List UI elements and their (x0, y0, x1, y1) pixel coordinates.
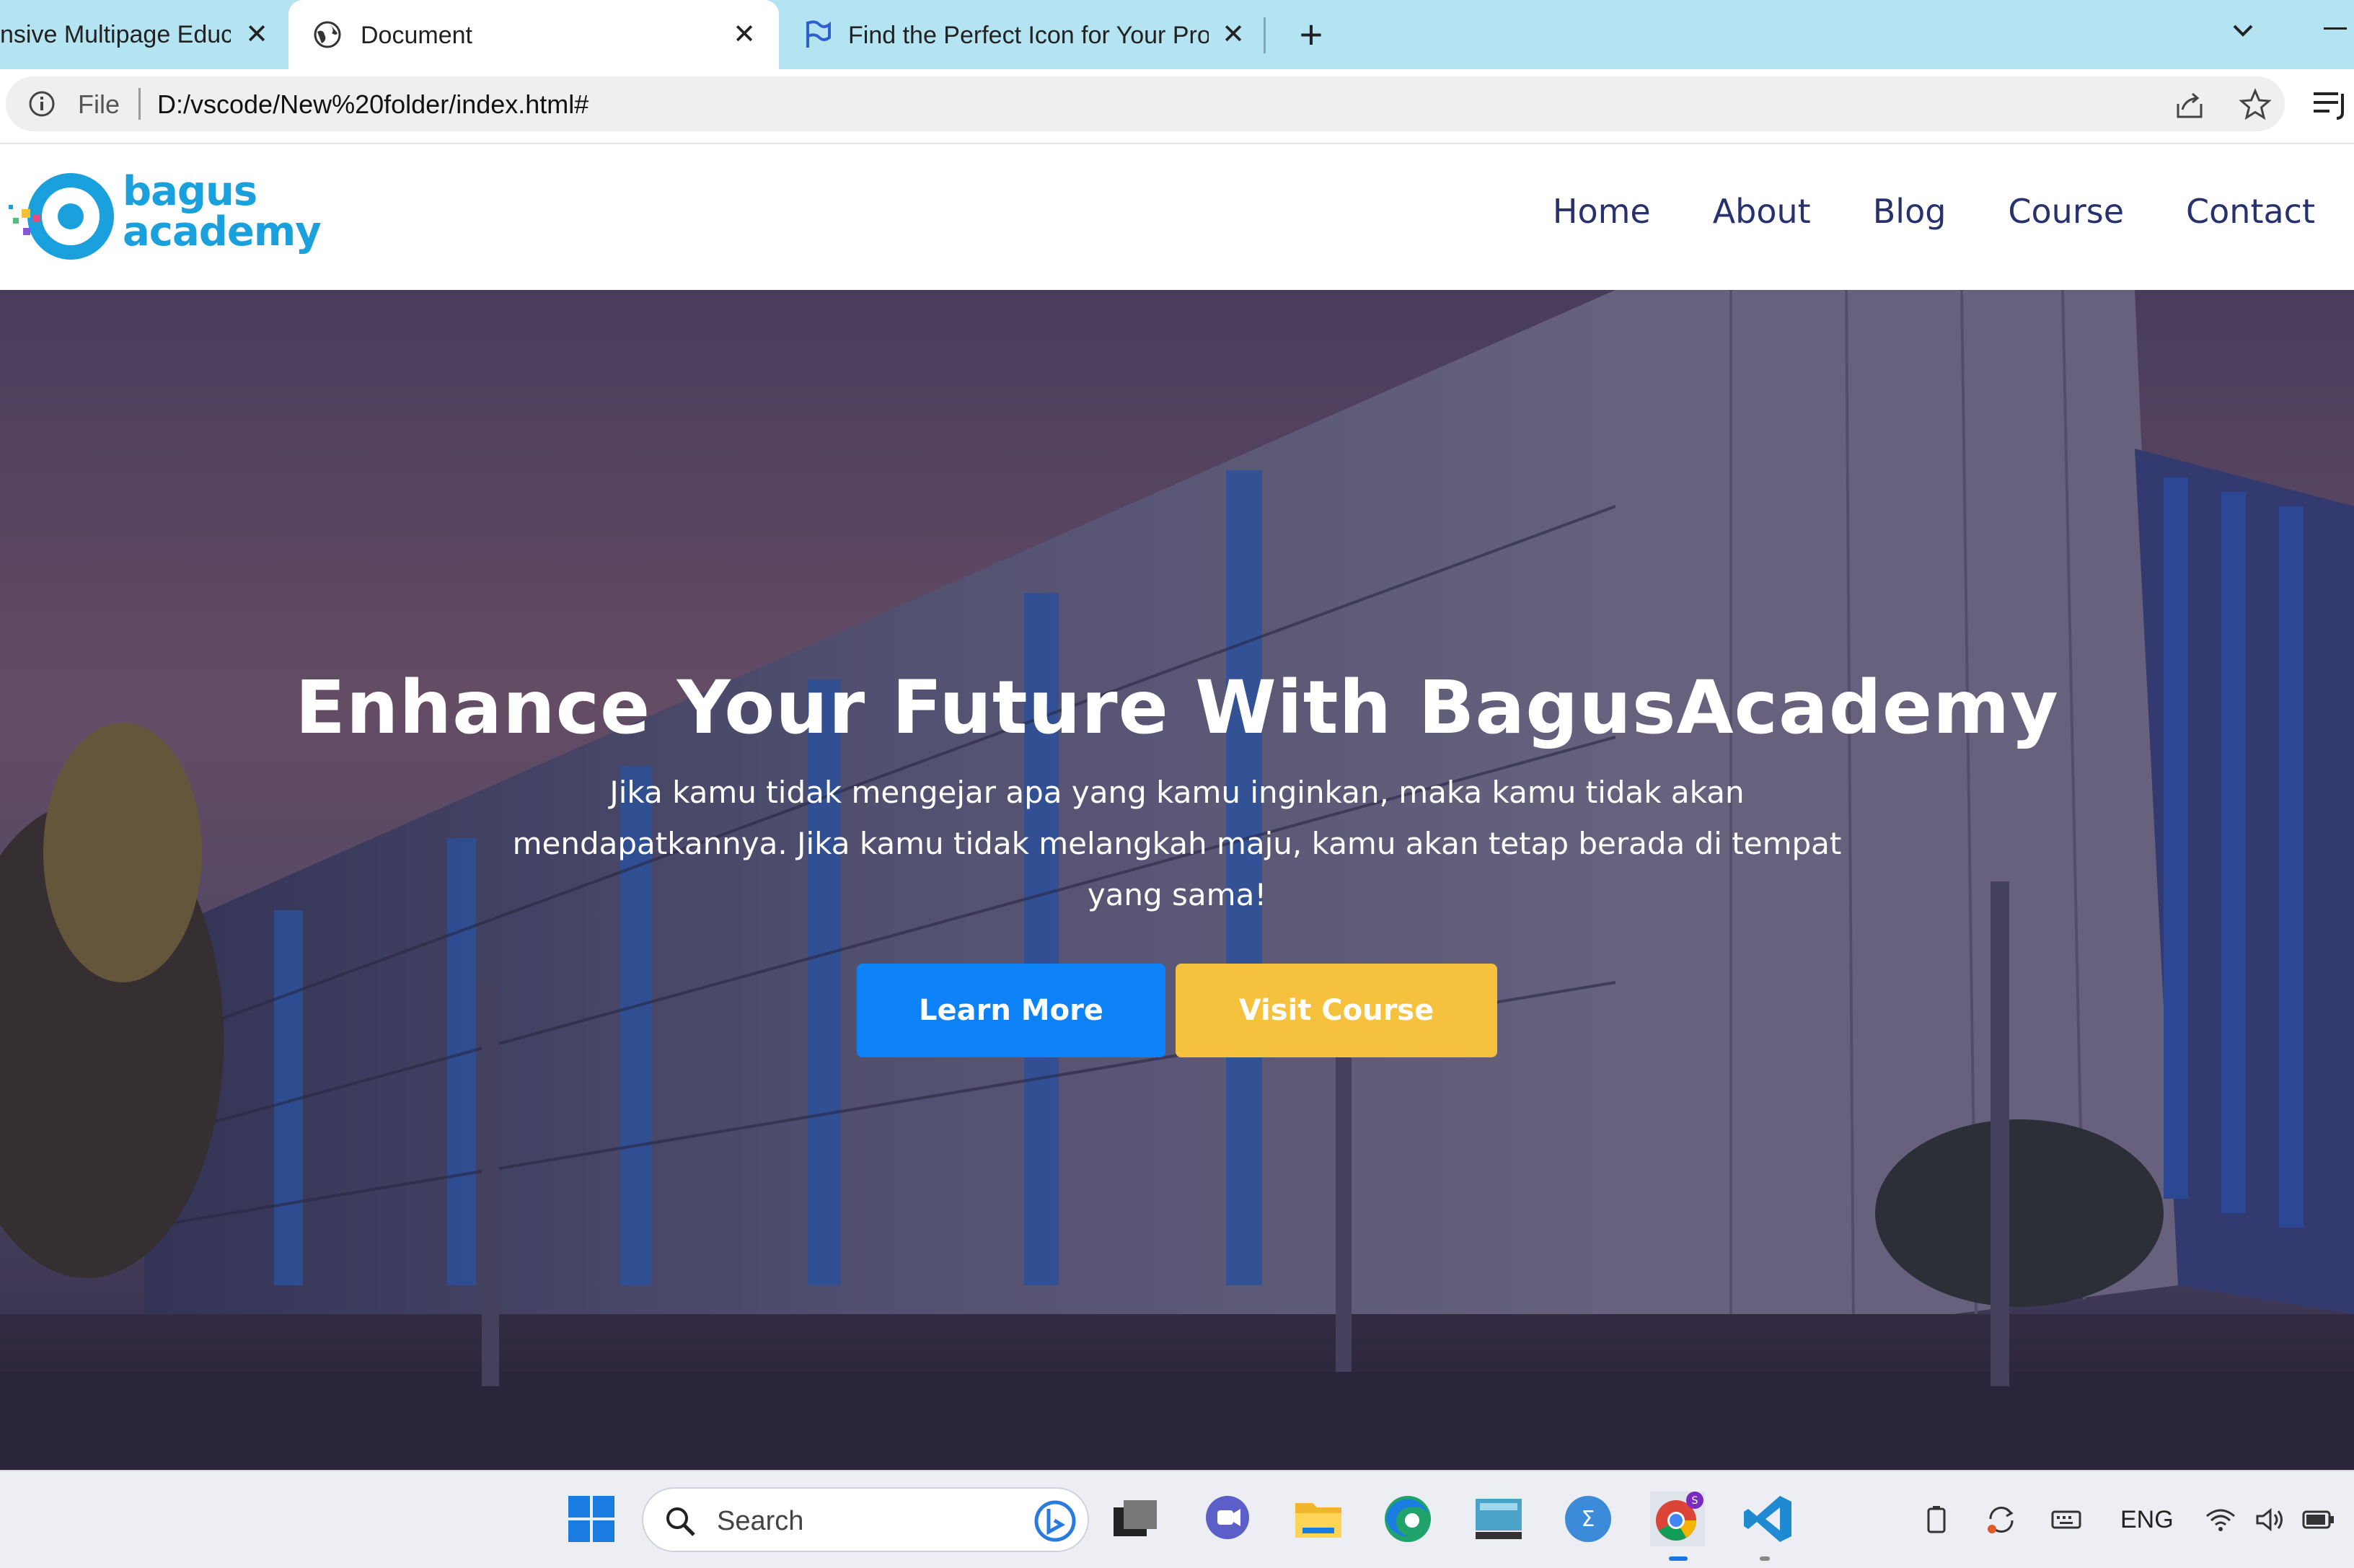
search-placeholder: Search (717, 1506, 804, 1536)
windows-taskbar: Search Σ S ENG (0, 1470, 2354, 1568)
volume-icon[interactable] (2253, 1503, 2286, 1536)
flag-icon (806, 20, 831, 48)
windows-start-icon[interactable] (564, 1492, 619, 1546)
nav-course[interactable]: Course (2008, 192, 2124, 231)
scheme-label: File (78, 89, 120, 119)
address-bar[interactable]: File D:/vscode/New%20folder/index.html# (6, 76, 2285, 131)
new-tab-button[interactable]: + (1291, 14, 1331, 55)
vscode-icon[interactable] (1741, 1492, 1796, 1546)
hero-content: Enhance Your Future With BagusAcademy Ji… (0, 665, 2354, 1057)
share-icon[interactable] (2174, 89, 2205, 121)
hero-buttons: Learn More Visit Course (0, 964, 2354, 1057)
file-explorer-icon[interactable] (1291, 1492, 1346, 1546)
nav-blog[interactable]: Blog (1873, 192, 1947, 231)
logo-line-2: academy (123, 208, 322, 255)
battery-saver-icon[interactable] (1920, 1503, 1953, 1536)
edge-icon[interactable] (1380, 1492, 1435, 1546)
keyboard-icon[interactable] (2050, 1503, 2083, 1536)
active-indicator (1669, 1556, 1688, 1561)
hero-description: Jika kamu tidak mengejar apa yang kamu i… (512, 775, 1842, 912)
monitor-app-icon[interactable] (1471, 1492, 1526, 1546)
tab-title: Find the Perfect Icon for Your Pro (848, 22, 1209, 49)
tab-educ[interactable]: nsive Multipage Educ ✕ (0, 0, 278, 69)
globe-icon (314, 21, 341, 48)
app-icon[interactable]: Σ (1561, 1492, 1615, 1546)
tab-title: nsive Multipage Educ (0, 20, 231, 48)
logo-line-1: bagus (123, 168, 257, 215)
close-icon[interactable]: ✕ (241, 19, 273, 50)
sync-icon[interactable] (1985, 1503, 2018, 1536)
language-indicator[interactable]: ENG (2120, 1506, 2174, 1534)
chevron-down-icon[interactable] (2226, 13, 2260, 48)
tab-title: Document (361, 22, 472, 49)
divider (138, 88, 141, 120)
nav-about[interactable]: About (1713, 192, 1811, 231)
tab-document[interactable]: Document ✕ (288, 0, 779, 69)
main-nav: Home About Blog Course Contact (1553, 192, 2315, 231)
site-header: bagus academy Home About Blog Course Con… (0, 144, 2354, 290)
tab-divider (1264, 17, 1266, 53)
reading-list-icon[interactable] (2312, 89, 2348, 121)
bing-icon[interactable] (1033, 1499, 1077, 1543)
visit-course-button[interactable]: Visit Course (1176, 964, 1497, 1057)
active-indicator (1760, 1556, 1770, 1561)
wifi-icon[interactable] (2204, 1503, 2237, 1536)
minimize-button[interactable] (2324, 27, 2347, 30)
battery-icon[interactable] (2302, 1503, 2335, 1536)
chrome-icon[interactable]: S (1650, 1492, 1705, 1546)
url-text[interactable]: D:/vscode/New%20folder/index.html# (157, 89, 588, 120)
star-icon[interactable] (2239, 88, 2272, 121)
site-logo[interactable]: bagus academy (7, 169, 325, 263)
logo-mark-icon (9, 173, 114, 260)
svg-text:Σ: Σ (1582, 1507, 1595, 1532)
browser-toolbar: File D:/vscode/New%20folder/index.html# (0, 69, 2354, 144)
chrome-badge: S (1692, 1495, 1698, 1507)
browser-tab-strip: nsive Multipage Educ ✕ Document ✕ Find t… (0, 0, 2354, 69)
chat-icon[interactable] (1200, 1492, 1255, 1546)
info-icon[interactable] (27, 89, 56, 118)
hero-title: Enhance Your Future With BagusAcademy (295, 665, 2059, 751)
close-icon[interactable]: ✕ (1217, 19, 1249, 50)
search-icon (666, 1507, 695, 1536)
logo-text: bagus academy (123, 168, 322, 255)
nav-home[interactable]: Home (1553, 192, 1651, 231)
nav-contact[interactable]: Contact (2186, 192, 2315, 231)
tab-icon-finder[interactable]: Find the Perfect Icon for Your Pro ✕ (786, 0, 1262, 69)
close-icon[interactable]: ✕ (728, 19, 760, 50)
taskview-icon[interactable] (1108, 1492, 1163, 1546)
hero-section: Enhance Your Future With BagusAcademy Ji… (0, 290, 2354, 1470)
taskbar-search[interactable]: Search (642, 1487, 1089, 1552)
learn-more-button[interactable]: Learn More (857, 964, 1165, 1057)
